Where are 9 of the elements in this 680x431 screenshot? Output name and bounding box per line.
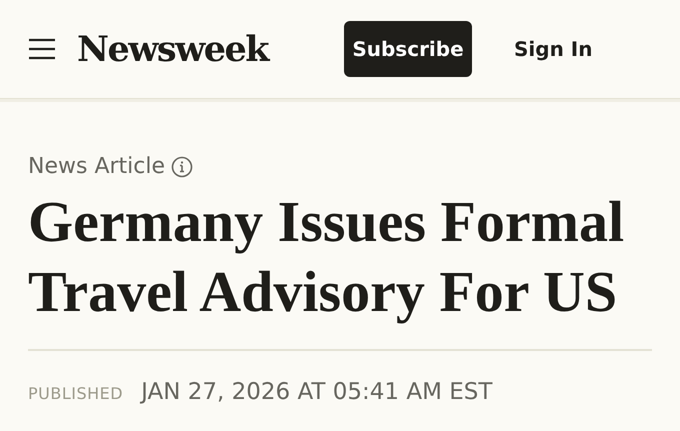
article-headline: Germany Issues Formal Travel Advisory For US	[28, 188, 626, 326]
info-icon[interactable]	[171, 156, 194, 178]
published-label: PUBLISHED	[28, 384, 124, 403]
subscribe-button[interactable]: Subscribe	[344, 21, 472, 77]
published-date: JAN 27, 2026 AT 05:41 AM EST	[141, 379, 492, 405]
sign-in-link[interactable]: Sign In	[514, 37, 592, 61]
site-logo[interactable]: Newsweek	[77, 28, 268, 70]
article-category: News Article	[28, 154, 166, 179]
menu-icon[interactable]	[28, 38, 56, 60]
